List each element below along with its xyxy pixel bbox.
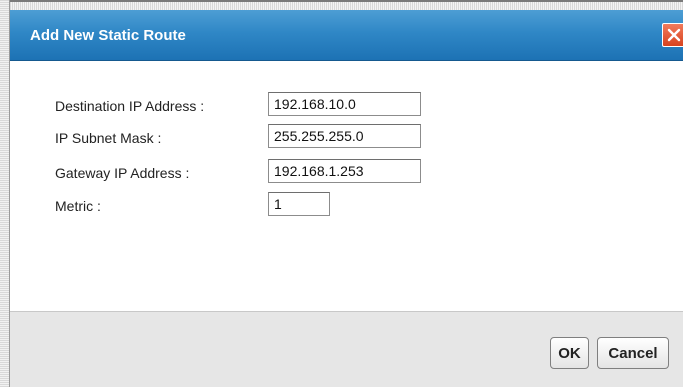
subnet-mask-label: IP Subnet Mask : <box>55 130 162 146</box>
metric-input[interactable] <box>268 192 330 216</box>
dialog-footer: OK Cancel <box>10 311 683 387</box>
ok-button[interactable]: OK <box>550 337 589 369</box>
cancel-button[interactable]: Cancel <box>597 337 669 369</box>
metric-row: Metric : <box>10 192 683 220</box>
dialog-titlebar[interactable]: Add New Static Route <box>10 10 683 61</box>
close-icon <box>667 28 681 42</box>
dialog-frame-left <box>0 0 10 387</box>
add-static-route-dialog: Add New Static Route Destination IP Addr… <box>0 0 683 387</box>
destination-ip-row: Destination IP Address : <box>10 92 683 120</box>
metric-label: Metric : <box>55 198 101 214</box>
dialog-frame-top-edge <box>0 0 683 2</box>
subnet-mask-input[interactable] <box>268 124 421 148</box>
destination-ip-label: Destination IP Address : <box>55 98 205 114</box>
destination-ip-input[interactable] <box>268 92 421 116</box>
subnet-mask-row: IP Subnet Mask : <box>10 124 683 152</box>
dialog-content: Destination IP Address : IP Subnet Mask … <box>10 61 683 311</box>
dialog-title: Add New Static Route <box>30 27 186 44</box>
gateway-ip-label: Gateway IP Address : <box>55 165 190 181</box>
gateway-ip-input[interactable] <box>268 159 421 183</box>
close-button[interactable] <box>662 23 683 47</box>
gateway-ip-row: Gateway IP Address : <box>10 159 683 187</box>
